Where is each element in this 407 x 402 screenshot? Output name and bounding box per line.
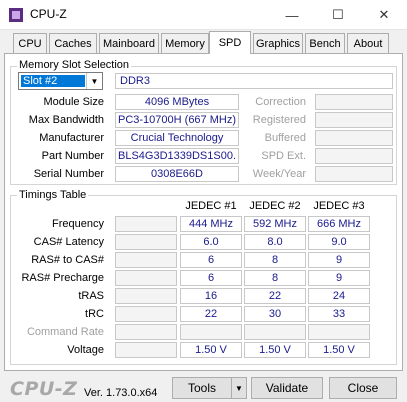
serial-number-label: Serial Number [33, 168, 104, 180]
cpu-z-app-icon [9, 8, 23, 22]
timing-row-spacer-cell [115, 252, 177, 268]
timing-cell-jedec-1 [180, 324, 242, 340]
tools-button[interactable]: Tools [172, 377, 232, 399]
memory-slot-legend: Memory Slot Selection [17, 59, 132, 71]
timing-row-label: Voltage [67, 344, 104, 356]
timing-row-spacer-cell [115, 288, 177, 304]
timing-cell-jedec-2: 30 [244, 306, 306, 322]
tab-graphics[interactable]: Graphics [253, 33, 303, 53]
tab-caches[interactable]: Caches [49, 33, 97, 53]
timing-row-spacer-cell [115, 234, 177, 250]
week-year-label: Week/Year [252, 168, 306, 180]
tab-mainboard[interactable]: Mainboard [99, 33, 159, 53]
registered-label: Registered [252, 114, 306, 126]
timing-cell-jedec-2 [244, 324, 306, 340]
timing-cell-jedec-2: 592 MHz [244, 216, 306, 232]
manufacturer-field: Crucial Technology [115, 130, 239, 146]
spd-ext-field [315, 148, 393, 164]
part-number-label: Part Number [41, 150, 104, 162]
manufacturer-label: Manufacturer [39, 132, 104, 144]
timing-cell-jedec-2: 22 [244, 288, 306, 304]
registered-field [315, 112, 393, 128]
column-header-jedec-1: JEDEC #1 [185, 200, 237, 212]
timing-row-label: Frequency [52, 218, 104, 230]
timing-row-spacer-cell [115, 216, 177, 232]
timing-row-label: RAS# Precharge [21, 272, 104, 284]
title-bar: CPU-Z — ☐ ✕ [0, 0, 407, 30]
slot-dropdown[interactable]: Slot #2 ▼ [18, 72, 103, 90]
chevron-down-icon[interactable]: ▼ [86, 73, 102, 89]
timing-cell-jedec-2: 8.0 [244, 234, 306, 250]
timing-cell-jedec-2: 1.50 V [244, 342, 306, 358]
timing-row-label: Command Rate [26, 326, 104, 338]
timing-cell-jedec-3: 1.50 V [308, 342, 370, 358]
timing-row-label: tRC [85, 308, 104, 320]
timing-cell-jedec-3: 24 [308, 288, 370, 304]
maximize-icon[interactable]: ☐ [315, 0, 361, 30]
timing-cell-jedec-3: 666 MHz [308, 216, 370, 232]
tab-cpu[interactable]: CPU [13, 33, 47, 53]
timing-cell-jedec-1: 6 [180, 270, 242, 286]
timing-row-spacer-cell [115, 306, 177, 322]
timing-cell-jedec-3: 9.0 [308, 234, 370, 250]
timing-cell-jedec-1: 6 [180, 252, 242, 268]
close-button[interactable]: Close [329, 377, 397, 399]
timing-row-label: tRAS [78, 290, 104, 302]
close-icon[interactable]: ✕ [361, 0, 407, 30]
timings-legend: Timings Table [17, 189, 89, 201]
timing-cell-jedec-3: 9 [308, 252, 370, 268]
window-title: CPU-Z [30, 7, 67, 21]
tab-bench[interactable]: Bench [305, 33, 345, 53]
buffered-field [315, 130, 393, 146]
timing-cell-jedec-2: 8 [244, 270, 306, 286]
timing-cell-jedec-3 [308, 324, 370, 340]
tab-spd[interactable]: SPD [209, 31, 251, 54]
minimize-icon[interactable]: — [269, 0, 315, 30]
tab-memory[interactable]: Memory [161, 33, 209, 53]
timing-cell-jedec-3: 9 [308, 270, 370, 286]
validate-button[interactable]: Validate [251, 377, 323, 399]
timing-cell-jedec-1: 6.0 [180, 234, 242, 250]
module-size-label: Module Size [43, 96, 104, 108]
memory-type-field: DDR3 [115, 73, 393, 89]
buffered-label: Buffered [264, 132, 306, 144]
timing-cell-jedec-1: 1.50 V [180, 342, 242, 358]
max-bandwidth-label: Max Bandwidth [28, 114, 104, 126]
module-size-field: 4096 MBytes [115, 94, 239, 110]
timing-row-spacer-cell [115, 324, 177, 340]
column-header-jedec-2: JEDEC #2 [249, 200, 301, 212]
timing-row-spacer-cell [115, 342, 177, 358]
week-year-field [315, 166, 393, 182]
part-number-field: BLS4G3D1339DS1S00. [115, 148, 239, 164]
spd-ext-label: SPD Ext. [261, 150, 306, 162]
version-text: Ver. 1.73.0.x64 [84, 387, 158, 399]
timing-cell-jedec-1: 16 [180, 288, 242, 304]
timing-row-spacer-cell [115, 270, 177, 286]
timing-cell-jedec-1: 22 [180, 306, 242, 322]
max-bandwidth-field: PC3-10700H (667 MHz) [115, 112, 239, 128]
cpu-z-logo: CPU-Z [10, 378, 78, 400]
timing-cell-jedec-2: 8 [244, 252, 306, 268]
tab-about[interactable]: About [347, 33, 389, 53]
timing-row-label: RAS# to CAS# [31, 254, 104, 266]
column-header-jedec-3: JEDEC #3 [313, 200, 365, 212]
serial-number-field: 0308E66D [115, 166, 239, 182]
correction-label: Correction [255, 96, 306, 108]
timing-cell-jedec-3: 33 [308, 306, 370, 322]
timing-row-label: CAS# Latency [33, 236, 104, 248]
timing-cell-jedec-1: 444 MHz [180, 216, 242, 232]
correction-field [315, 94, 393, 110]
tools-dropdown-chevron-down-icon[interactable]: ▼ [231, 377, 247, 399]
slot-dropdown-value: Slot #2 [21, 75, 85, 87]
